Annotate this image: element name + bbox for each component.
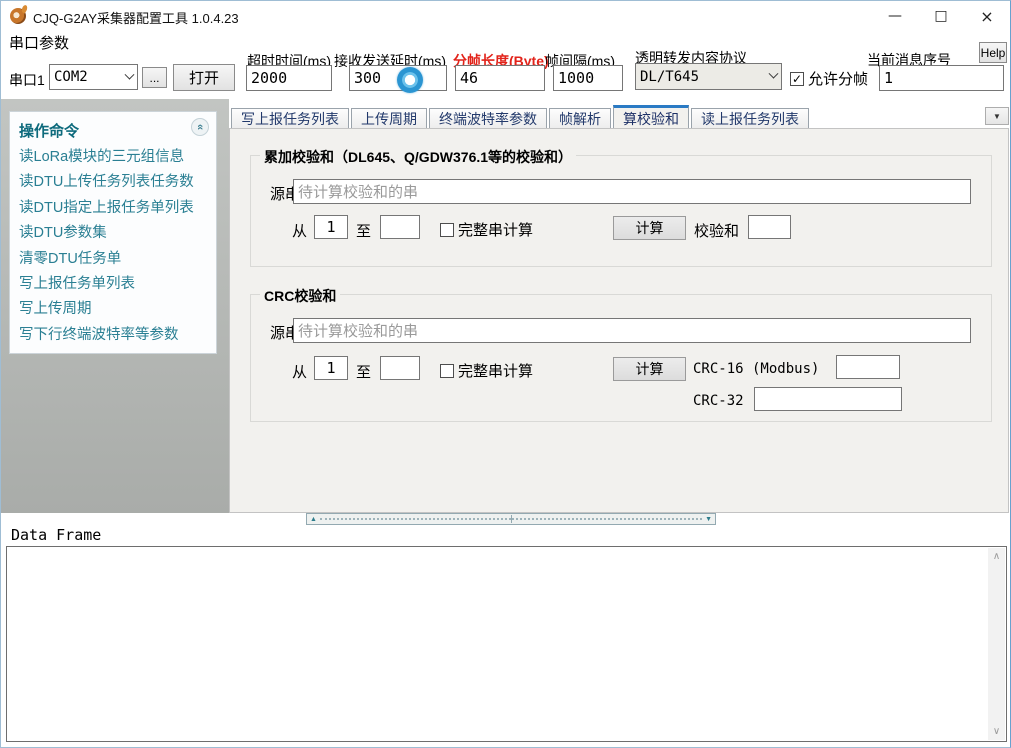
maximize-icon[interactable]: □	[918, 1, 964, 31]
msg-seq-input[interactable]	[879, 65, 1004, 91]
tab-upload-period[interactable]: 上传周期	[351, 108, 427, 129]
crc16-result-input[interactable]	[836, 355, 900, 379]
tab-strip: 写上报任务列表 上传周期 终端波特率参数 帧解析 算校验和 读上报任务列表	[231, 106, 811, 129]
app-icon	[10, 8, 26, 24]
sidebar-item-read-lora-triple[interactable]: 读LoRa模块的三元组信息	[19, 145, 194, 170]
splitter-right-icon[interactable]: ▼	[702, 516, 715, 523]
crc-from-input[interactable]	[314, 356, 348, 380]
browse-port-button[interactable]: ...	[142, 67, 167, 88]
protocol-select[interactable]: DL/T645	[635, 63, 782, 90]
splitter-left-icon[interactable]: ▲	[307, 516, 320, 523]
crc32-label: CRC-32	[693, 393, 744, 409]
sidebar-item-write-task-list[interactable]: 写上报任务单列表	[19, 272, 194, 297]
close-icon[interactable]: ×	[964, 1, 1010, 31]
splitter-handle[interactable]: ▲ ▼	[306, 513, 716, 525]
checksum-tab-page: 累加校验和（DL645、Q/GDW376.1等的校验和） 源串 从 至 完整串计…	[229, 128, 1009, 513]
frame-gap-input[interactable]	[553, 65, 623, 91]
scroll-down-icon[interactable]: ∨	[988, 723, 1005, 740]
sidebar-item-read-dtu-task-count[interactable]: 读DTU上传任务列表任务数	[19, 170, 194, 195]
splitter-dots	[512, 518, 703, 520]
highlight-circle-annotation	[397, 67, 423, 93]
title-bar[interactable]: CJQ-G2AY采集器配置工具 1.0.4.23 — □ ×	[1, 1, 1010, 31]
chevron-down-icon	[769, 69, 779, 79]
checkbox-unchecked-icon[interactable]	[440, 364, 454, 378]
crc-checksum-group: CRC校验和 源串 从 至 完整串计算 计算 CRC-16 (Modbus) C…	[250, 294, 992, 422]
full-string-label: 完整串计算	[458, 360, 533, 381]
data-frame-textarea[interactable]: ∧ ∨	[6, 546, 1007, 742]
app-window: CJQ-G2AY采集器配置工具 1.0.4.23 — □ × 串口参数 超时时间…	[0, 0, 1011, 748]
command-list: 读LoRa模块的三元组信息 读DTU上传任务列表任务数 读DTU指定上报任务单列…	[19, 145, 194, 348]
protocol-select-value: DL/T645	[640, 69, 699, 85]
accum-full-string-checkbox[interactable]: 完整串计算	[440, 219, 533, 240]
checkbox-unchecked-icon[interactable]	[440, 223, 454, 237]
sidebar-item-clear-dtu-tasks[interactable]: 清零DTU任务单	[19, 247, 194, 272]
accum-checksum-group: 累加校验和（DL645、Q/GDW376.1等的校验和） 源串 从 至 完整串计…	[250, 155, 992, 267]
sidebar-item-read-dtu-params[interactable]: 读DTU参数集	[19, 221, 194, 246]
timeout-input[interactable]	[246, 65, 332, 91]
crc-calc-button[interactable]: 计算	[613, 357, 686, 381]
chevron-down-icon	[125, 69, 135, 79]
crc32-result-input[interactable]	[754, 387, 902, 411]
full-string-label: 完整串计算	[458, 219, 533, 240]
from-label: 从	[292, 361, 307, 382]
vertical-scrollbar[interactable]: ∧ ∨	[988, 548, 1005, 740]
tab-overflow-icon[interactable]: ▼	[985, 107, 1009, 125]
allow-split-label: 允许分帧	[808, 68, 868, 89]
crc-to-input[interactable]	[380, 356, 420, 380]
from-label: 从	[292, 220, 307, 241]
crc16-label: CRC-16 (Modbus)	[693, 361, 819, 377]
checkbox-checked-icon[interactable]: ✓	[790, 72, 804, 86]
sidebar-item-write-upload-period[interactable]: 写上传周期	[19, 297, 194, 322]
splitter-dots	[320, 518, 511, 520]
crc-full-string-checkbox[interactable]: 完整串计算	[440, 360, 533, 381]
sidebar-item-write-baudrate-params[interactable]: 写下行终端波特率等参数	[19, 323, 194, 348]
accum-calc-button[interactable]: 计算	[613, 216, 686, 240]
command-panel-title: 操作命令	[19, 120, 79, 141]
crc-checksum-group-title: CRC校验和	[260, 286, 340, 306]
serial-params-heading: 串口参数	[9, 32, 69, 53]
accum-from-input[interactable]	[314, 215, 348, 239]
scroll-up-icon[interactable]: ∧	[988, 548, 1005, 565]
accum-to-input[interactable]	[380, 215, 420, 239]
port-label: 串口1	[9, 70, 45, 90]
command-panel: 操作命令 « 读LoRa模块的三元组信息 读DTU上传任务列表任务数 读DTU指…	[9, 111, 217, 354]
window-title: CJQ-G2AY采集器配置工具 1.0.4.23	[33, 8, 239, 27]
collapse-panel-icon[interactable]: «	[191, 118, 209, 136]
tab-checksum[interactable]: 算校验和	[613, 105, 689, 129]
data-frame-label: Data Frame	[11, 526, 101, 544]
tab-baudrate-params[interactable]: 终端波特率参数	[429, 108, 547, 129]
minimize-icon[interactable]: —	[872, 1, 918, 31]
frame-length-input[interactable]	[455, 65, 545, 91]
accum-result-input[interactable]	[748, 215, 791, 239]
accum-source-input[interactable]	[293, 179, 971, 204]
left-column: 操作命令 « 读LoRa模块的三元组信息 读DTU上传任务列表任务数 读DTU指…	[1, 99, 229, 513]
checksum-result-label: 校验和	[694, 220, 739, 241]
to-label: 至	[356, 220, 371, 241]
to-label: 至	[356, 361, 371, 382]
allow-split-checkbox[interactable]: ✓ 允许分帧	[790, 68, 868, 89]
port-select[interactable]: COM2	[49, 64, 138, 90]
tab-write-task-list[interactable]: 写上报任务列表	[231, 108, 349, 129]
help-button[interactable]: Help	[979, 42, 1007, 63]
sidebar-item-read-dtu-task-list[interactable]: 读DTU指定上报任务单列表	[19, 196, 194, 221]
crc-source-input[interactable]	[293, 318, 971, 343]
port-select-value: COM2	[54, 69, 88, 85]
accum-checksum-group-title: 累加校验和（DL645、Q/GDW376.1等的校验和）	[260, 147, 576, 167]
tab-read-task-list[interactable]: 读上报任务列表	[691, 108, 809, 129]
open-port-button[interactable]: 打开	[173, 64, 235, 91]
tab-frame-parse[interactable]: 帧解析	[549, 108, 611, 129]
